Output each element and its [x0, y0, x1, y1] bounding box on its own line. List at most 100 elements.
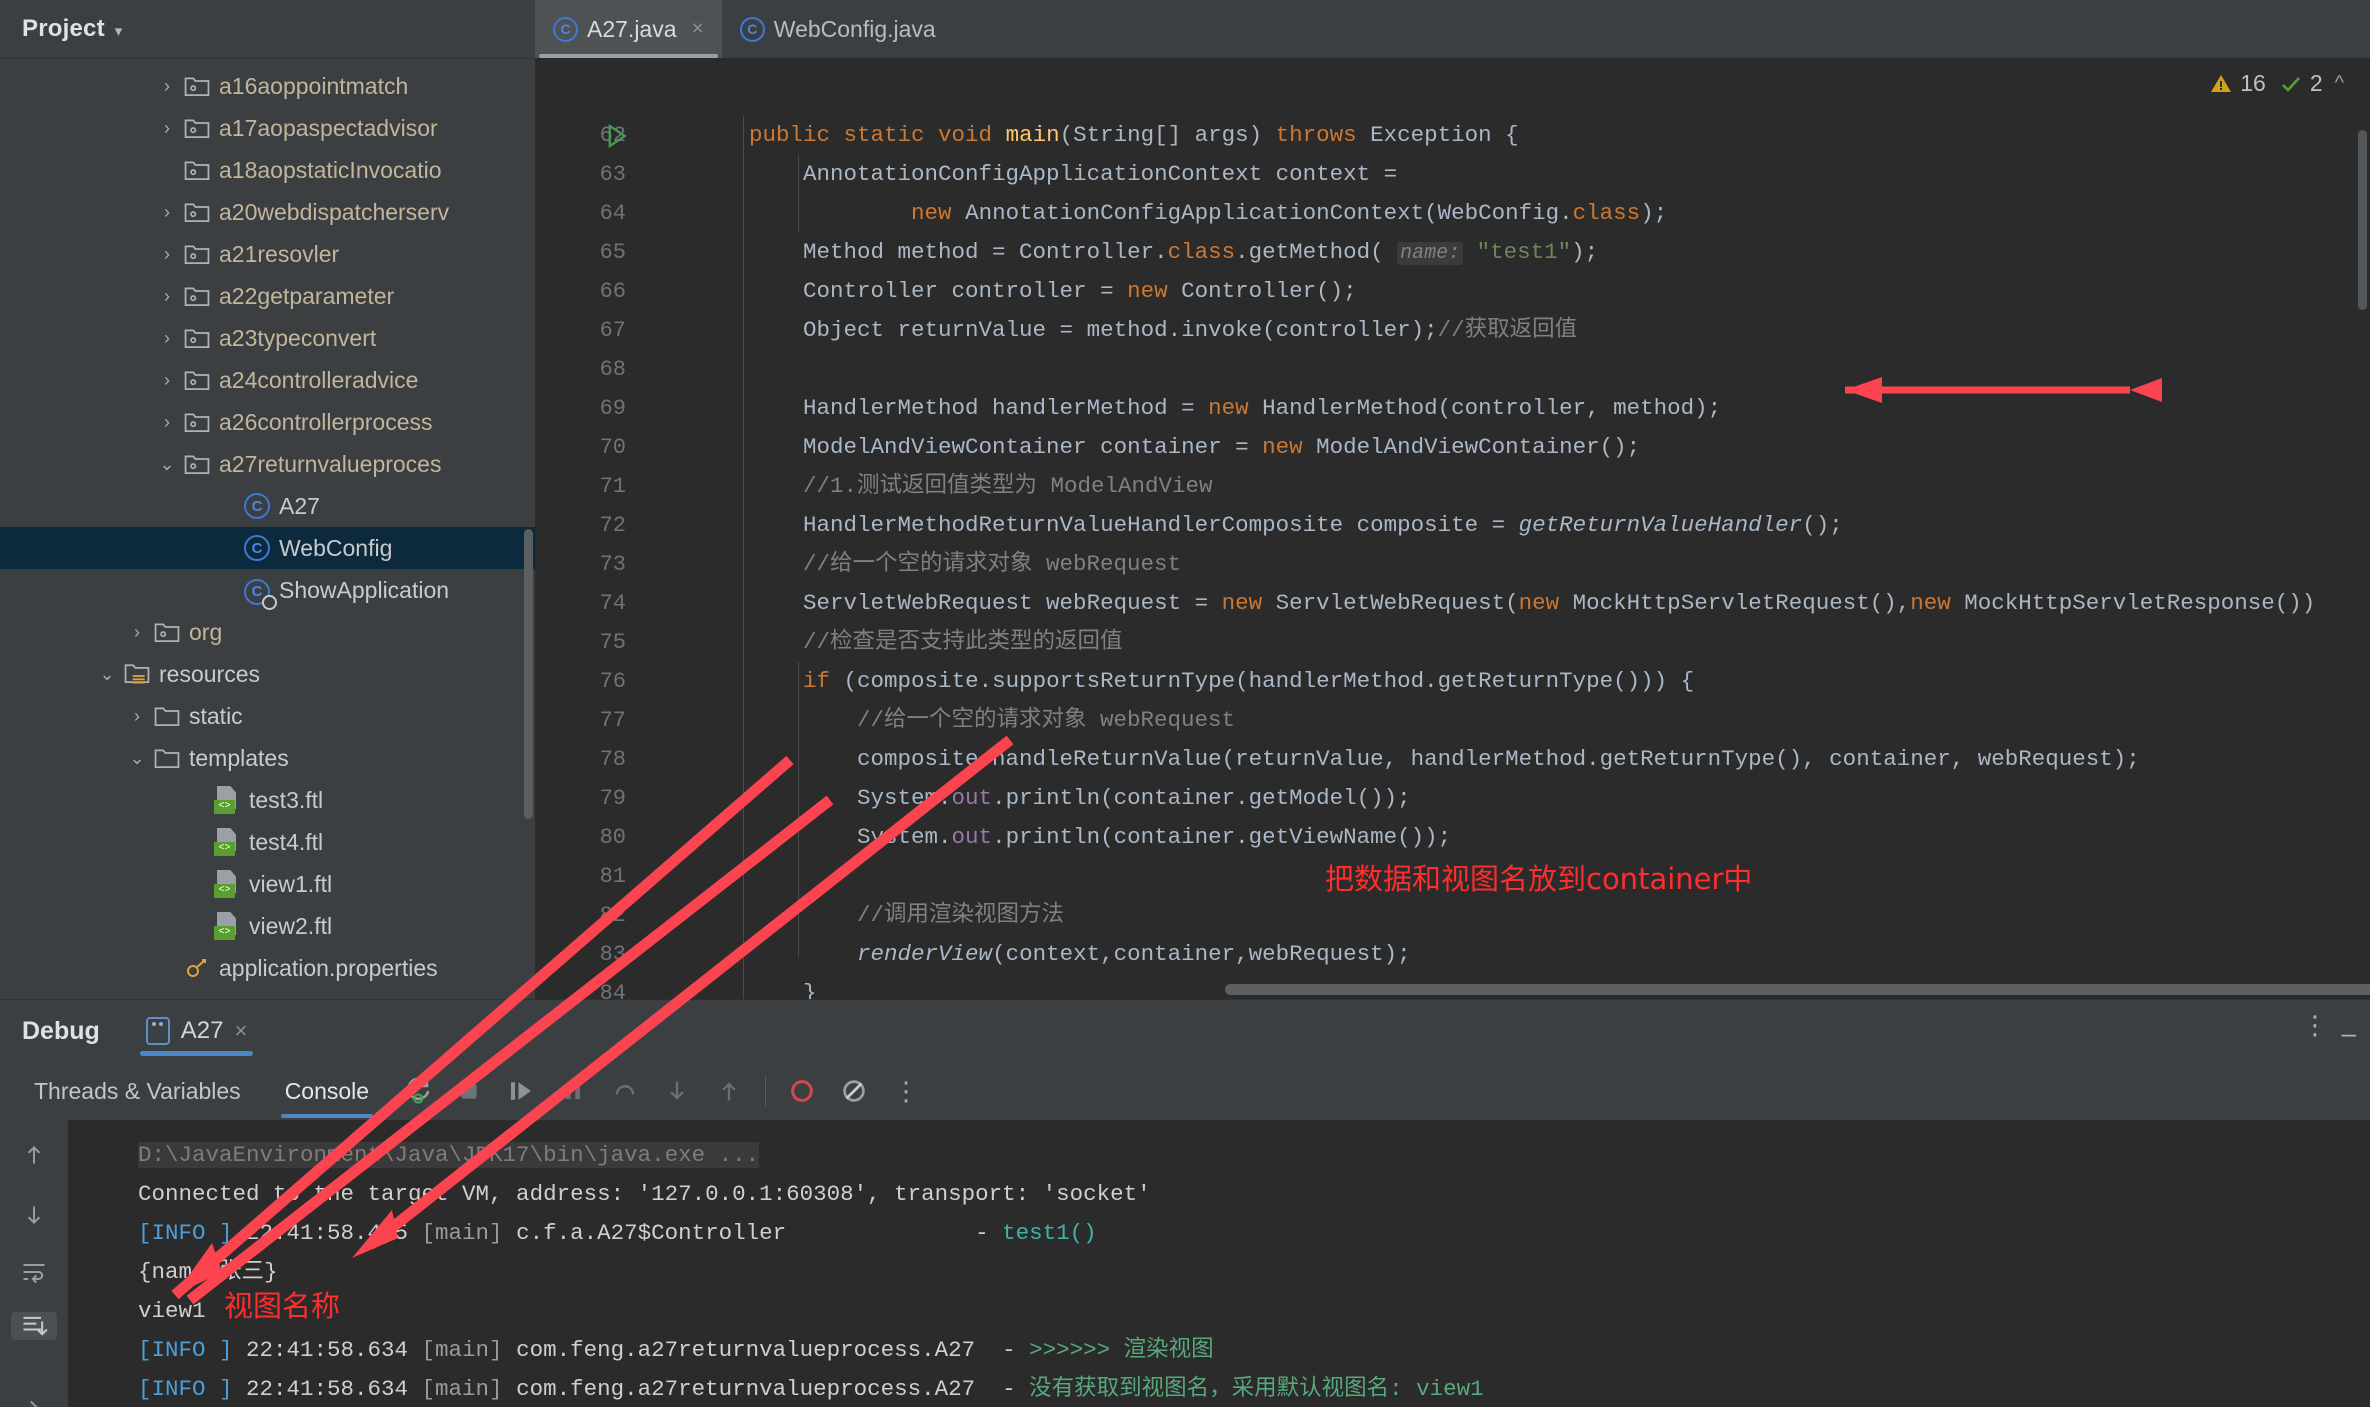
chevron-right-icon[interactable]: › — [154, 370, 180, 391]
tree-item-a18aopstaticinvocatio[interactable]: a18aopstaticInvocatio — [0, 149, 535, 191]
close-icon[interactable]: × — [234, 1018, 247, 1044]
tree-item-showapplication[interactable]: C ShowApplication — [0, 569, 535, 611]
tab-threads-variables[interactable]: Threads & Variables — [12, 1062, 263, 1120]
tree-item-a16aoppointmatch[interactable]: › a16aoppointmatch — [0, 65, 535, 107]
code-line[interactable]: composite.handleReturnValue(returnValue,… — [640, 740, 2370, 779]
code-line[interactable]: if (composite.supportsReturnType(handler… — [640, 662, 2370, 701]
console-output-panel[interactable]: D:\JavaEnvironment\Java\JDK17\bin\java.e… — [0, 1120, 2370, 1407]
mute-breakpoints-icon[interactable] — [828, 1065, 880, 1117]
tree-item-a27returnvalueproces[interactable]: ⌄ a27returnvalueproces — [0, 443, 535, 485]
run-gutter-icon[interactable] — [601, 116, 631, 155]
console-text[interactable]: D:\JavaEnvironment\Java\JDK17\bin\java.e… — [68, 1120, 2370, 1407]
step-into-icon[interactable] — [651, 1065, 703, 1117]
editor-horizontal-scrollbar[interactable] — [1225, 984, 2370, 995]
editor-tab-webconfig-java[interactable]: C WebConfig.java — [722, 0, 954, 58]
editor-vertical-scrollbar[interactable] — [2358, 130, 2367, 310]
chevron-right-icon[interactable]: › — [154, 412, 180, 433]
expand-icon[interactable] — [11, 1396, 57, 1407]
chevron-down-icon[interactable]: ⌄ — [94, 664, 120, 685]
code-line[interactable]: //给一个空的请求对象 webRequest — [640, 545, 2370, 584]
step-over-icon[interactable] — [599, 1065, 651, 1117]
rerun-debug-icon[interactable] — [391, 1065, 443, 1117]
chevron-right-icon[interactable]: › — [154, 244, 180, 265]
tree-item-a26controllerprocess[interactable]: › a26controllerprocess — [0, 401, 535, 443]
scroll-to-end-icon[interactable] — [11, 1312, 57, 1340]
tree-item-templates[interactable]: ⌄ templates — [0, 737, 535, 779]
code-editor[interactable]: 16 2 ^ 62 63 64 65 66 67 68 69 70 71 72 73 74 75 76 77 7… — [535, 58, 2370, 999]
debug-tool-window[interactable]: Debug A27 × ⋮ – Threads & Variables Cons… — [0, 999, 2370, 1407]
tree-item-a17aopaspectadvisor[interactable]: › a17aopaspectadvisor — [0, 107, 535, 149]
step-out-icon[interactable] — [703, 1065, 755, 1117]
tree-item-a22getparameter[interactable]: › a22getparameter — [0, 275, 535, 317]
tree-item-a23typeconvert[interactable]: › a23typeconvert — [0, 317, 535, 359]
chevron-right-icon[interactable]: › — [154, 118, 180, 139]
tree-item-a21resovler[interactable]: › a21resovler — [0, 233, 535, 275]
project-panel-header[interactable]: Project ▾ — [0, 0, 535, 58]
code-line[interactable]: public static void main(String[] args) t… — [640, 116, 2370, 155]
code-line[interactable]: //给一个空的请求对象 webRequest — [640, 701, 2370, 740]
code-line[interactable]: ModelAndViewContainer container = new Mo… — [640, 428, 2370, 467]
sidebar-scrollbar[interactable] — [524, 529, 533, 819]
console-side-toolbar[interactable] — [0, 1120, 68, 1407]
view-breakpoints-icon[interactable] — [776, 1065, 828, 1117]
code-line[interactable]: renderView(context,container,webRequest)… — [640, 935, 2370, 974]
tree-item-view1-ftl[interactable]: <> view1.ftl — [0, 863, 535, 905]
tree-item-test4-ftl[interactable]: <> test4.ftl — [0, 821, 535, 863]
tree-item-static[interactable]: › static — [0, 695, 535, 737]
code-line[interactable]: //1.测试返回值类型为 ModelAndView — [640, 467, 2370, 506]
code-line[interactable]: AnnotationConfigApplicationContext conte… — [640, 155, 2370, 194]
stop-icon[interactable] — [443, 1065, 495, 1117]
close-icon[interactable]: × — [692, 17, 704, 41]
code-token: (String[] args) — [1059, 122, 1276, 148]
code-line[interactable]: new AnnotationConfigApplicationContext(W… — [640, 194, 2370, 233]
code-line[interactable]: Method method = Controller.class.getMeth… — [640, 233, 2370, 272]
tab-console[interactable]: Console — [263, 1062, 391, 1120]
chevron-down-icon[interactable]: ▾ — [115, 22, 123, 40]
code-line[interactable]: Object returnValue = method.invoke(contr… — [640, 311, 2370, 350]
tree-item-a27[interactable]: C A27 — [0, 485, 535, 527]
code-line[interactable]: Controller controller = new Controller()… — [640, 272, 2370, 311]
scroll-down-icon[interactable] — [11, 1198, 57, 1232]
inspection-widget[interactable]: 16 2 ^ — [2208, 70, 2344, 97]
kebab-menu-icon[interactable]: ⋮ — [2302, 1012, 2328, 1038]
tree-item-application-properties[interactable]: application.properties — [0, 947, 535, 989]
code-line[interactable]: //检查是否支持此类型的返回值 — [640, 623, 2370, 662]
ok-group[interactable]: 2 — [2278, 70, 2323, 97]
project-tree-panel[interactable]: › a16aoppointmatch › a17aopaspectadvisor a18… — [0, 58, 535, 999]
chevron-right-icon[interactable]: › — [124, 622, 150, 643]
tree-item-webconfig[interactable]: C WebConfig — [0, 527, 535, 569]
code-line[interactable]: System.out.println(container.getModel())… — [640, 779, 2370, 818]
tree-item-view2-ftl[interactable]: <> view2.ftl — [0, 905, 535, 947]
editor-tab-a27-java[interactable]: C A27.java × — [535, 0, 722, 58]
tree-item-test3-ftl[interactable]: <> test3.ftl — [0, 779, 535, 821]
code-line[interactable]: HandlerMethodReturnValueHandlerComposite… — [640, 506, 2370, 545]
chevron-right-icon[interactable]: › — [124, 706, 150, 727]
chevron-right-icon[interactable]: › — [154, 328, 180, 349]
code-line[interactable]: //调用渲染视图方法 — [640, 896, 2370, 935]
tree-item-a20webdispatcherserv[interactable]: › a20webdispatcherserv — [0, 191, 535, 233]
tree-item-a24controlleradvice[interactable]: › a24controlleradvice — [0, 359, 535, 401]
chevron-right-icon[interactable]: › — [154, 286, 180, 307]
pause-program-icon[interactable] — [547, 1065, 599, 1117]
chevron-down-icon[interactable]: ⌄ — [124, 748, 150, 769]
chevron-up-icon[interactable]: ^ — [2335, 72, 2344, 95]
debug-toolbar[interactable]: Threads & Variables Console ⋮ — [0, 1062, 2370, 1120]
minimize-icon[interactable]: – — [2342, 1018, 2356, 1049]
code-line[interactable]: HandlerMethod handlerMethod = new Handle… — [640, 389, 2370, 428]
tree-item-resources[interactable]: ⌄ resources — [0, 653, 535, 695]
chevron-right-icon[interactable]: › — [154, 76, 180, 97]
project-tree[interactable]: › a16aoppointmatch › a17aopaspectadvisor a18… — [0, 59, 535, 989]
more-options-icon[interactable]: ⋮ — [880, 1065, 932, 1117]
debug-session-tab[interactable]: A27 × — [124, 1000, 270, 1062]
chevron-right-icon[interactable]: › — [154, 202, 180, 223]
scroll-up-icon[interactable] — [11, 1138, 57, 1172]
tree-item-org[interactable]: › org — [0, 611, 535, 653]
resume-program-icon[interactable] — [495, 1065, 547, 1117]
code-line[interactable]: ServletWebRequest webRequest = new Servl… — [640, 584, 2370, 623]
code-line[interactable]: System.out.println(container.getViewName… — [640, 818, 2370, 857]
code-line[interactable] — [640, 350, 2370, 389]
warning-group[interactable]: 16 — [2208, 70, 2266, 97]
chevron-down-icon[interactable]: ⌄ — [154, 454, 180, 475]
line-number-gutter[interactable]: 62 63 64 65 66 67 68 69 70 71 72 73 74 75 76 77 78 79 80 81… — [535, 58, 640, 999]
soft-wrap-icon[interactable] — [11, 1258, 57, 1286]
